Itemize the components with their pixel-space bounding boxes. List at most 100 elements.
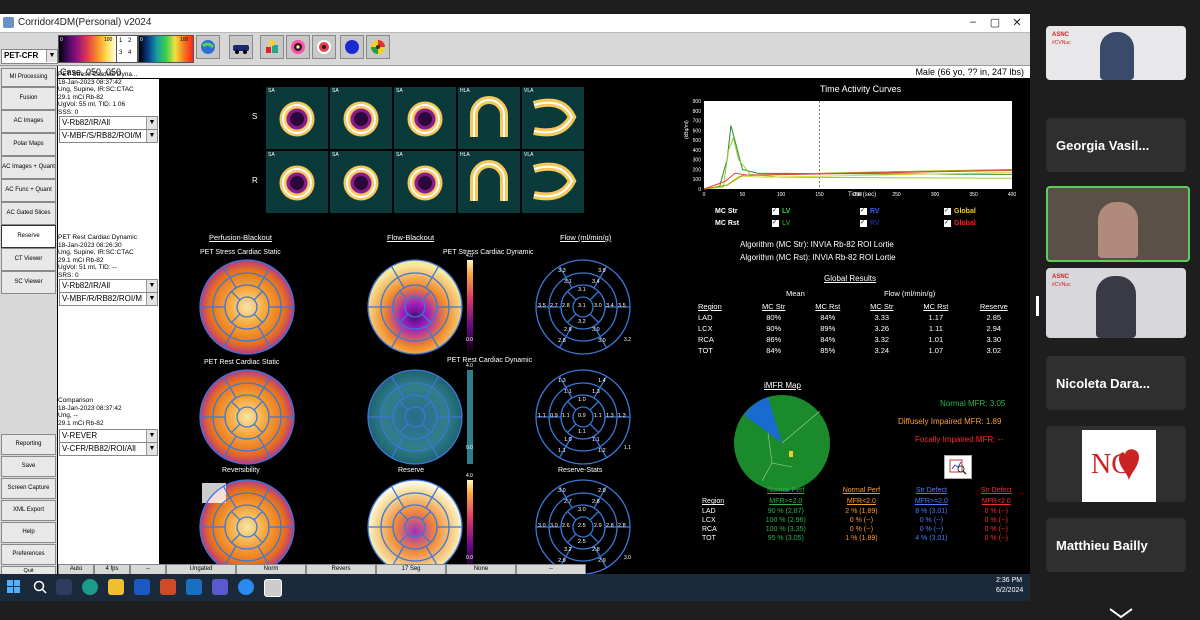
participant-name-tile[interactable]: Georgia Vasil... (1046, 118, 1186, 172)
table-cell: 0 % (--) (849, 517, 874, 524)
toggle-row-label: MC Str (715, 208, 738, 215)
multicolor-icon[interactable] (366, 35, 390, 59)
slice-image[interactable]: VLA (522, 151, 584, 213)
participant-video-active[interactable] (1046, 186, 1190, 262)
tac-xtick: 350 (969, 192, 978, 198)
rest-flow-select[interactable]: V-MBF/R/RB82/ROI/M ▼ (59, 292, 158, 306)
dataset-dose: 29.1 mCi Rb-82 (58, 256, 104, 264)
flow-value: 1.3 (618, 413, 626, 419)
stress-flow-select[interactable]: V-MBF/S/RB82/ROI/M ▼ (59, 129, 158, 143)
sidebar-item-ac-images-quant[interactable]: AC Images + Quant (1, 156, 56, 179)
sidebar-item-ac-images[interactable]: AC Images (1, 110, 56, 133)
polar-map-icon[interactable] (312, 35, 336, 59)
table-cell: 84% (820, 335, 836, 344)
slice-image[interactable]: SA (266, 151, 328, 213)
task-view-icon[interactable] (56, 579, 72, 595)
sidebar-item-ac-gated-slices[interactable]: AC Gated Slices (1, 202, 56, 225)
minimize-icon[interactable]: – (966, 16, 980, 28)
car-icon[interactable] (229, 35, 253, 59)
sidebar-item-xml-export[interactable]: XML Export (1, 500, 56, 521)
curve-checkbox[interactable]: ✓ (944, 208, 951, 215)
curve-checkbox[interactable]: ✓ (860, 208, 867, 215)
slice-image[interactable]: VLA (522, 87, 584, 149)
zoom-icon[interactable] (238, 579, 254, 595)
search-icon[interactable] (33, 580, 47, 594)
globe-icon[interactable] (196, 35, 220, 59)
comparison-series-select[interactable]: V-REVER ▼ (59, 429, 158, 443)
sidebar-item-mi-processing[interactable]: MI Processing (1, 68, 56, 87)
teams-icon[interactable] (212, 579, 228, 595)
curve-checkbox[interactable]: ✓ (944, 220, 951, 227)
sidebar-item-sc-viewer[interactable]: SC Viewer (1, 271, 56, 294)
windows-start-icon[interactable] (7, 580, 21, 594)
participant-name-tile[interactable]: Matthieu Bailly (1046, 518, 1186, 572)
slice-image[interactable]: SA (394, 151, 456, 213)
slice-image[interactable]: HLA (458, 87, 520, 149)
edge-icon[interactable] (82, 579, 98, 595)
blue-circle-icon[interactable] (340, 35, 364, 59)
status-cell[interactable]: Revers (306, 564, 376, 574)
participant-video-1[interactable]: ASNC #CVNuc (1046, 26, 1186, 80)
title-bar: Corridor4DM(Personal) v2024 – ▢ ✕ (0, 14, 1030, 33)
grid-layout-button[interactable]: 1 2 3 4 (116, 35, 138, 63)
status-cell[interactable]: 4 fps (94, 564, 130, 574)
participant-name-tile[interactable]: Nicoleta Dara... (1046, 356, 1186, 410)
mode-select[interactable]: PET-CFR ▼ (1, 49, 58, 64)
dataset-desc: Ung, Supine, IR:SC:CTAC (58, 86, 134, 93)
sidebar-item-ct-viewer[interactable]: CT Viewer (1, 248, 56, 271)
table-header-row: Normal Perf Normal Perf Str Defect Str Defe… (698, 485, 1028, 496)
corridor4dm-icon[interactable] (264, 579, 282, 597)
outlook-icon[interactable] (186, 579, 202, 595)
slice-label: SA (332, 88, 339, 94)
zoom-chart-button[interactable] (944, 455, 972, 479)
slice-image[interactable]: SA (266, 87, 328, 149)
status-cell[interactable]: Auto (58, 564, 94, 574)
sidebar-item-save[interactable]: Save (1, 456, 56, 477)
slice-image[interactable]: HLA (458, 151, 520, 213)
main-viewport: S R SA SA SA HLA VLA SA SA SA HLA VLA Perfusion-B… (160, 79, 1030, 574)
tools-icon[interactable] (260, 35, 284, 59)
target-icon[interactable] (286, 35, 310, 59)
sidebar-item-fusion[interactable]: Fusion (1, 87, 56, 110)
powerpoint-icon[interactable] (160, 579, 176, 595)
comparison-flow-select[interactable]: V-CFR/RB82/ROI/All ▼ (59, 442, 158, 456)
dataset-stress: PET Stress Cardiac Dyna... 18-Jan-2023 0… (58, 71, 158, 116)
sidebar-item-preferences[interactable]: Preferences (1, 544, 56, 565)
toggle-row-label: MC Rst (715, 220, 740, 227)
file-explorer-icon[interactable] (108, 579, 124, 595)
slice-uptake (279, 165, 315, 201)
stress-series-select[interactable]: V-Rb82/IR/All ▼ (59, 116, 158, 130)
status-cell[interactable]: Norm (236, 564, 306, 574)
curve-checkbox[interactable]: ✓ (772, 220, 779, 227)
chevron-down-icon[interactable] (1108, 607, 1134, 619)
rest-series-select[interactable]: V-Rb82/IR/All ▼ (59, 279, 158, 293)
participant-video-3[interactable]: ASNC #CVNuc (1046, 268, 1186, 338)
status-cell[interactable]: Ungated (166, 564, 236, 574)
slice-image[interactable]: SA (330, 87, 392, 149)
curve-checkbox[interactable]: ✓ (772, 208, 779, 215)
sidebar-item-reporting[interactable]: Reporting (1, 434, 56, 455)
status-cell[interactable]: 17 Seg (376, 564, 446, 574)
sidebar-item-ac-func-quant[interactable]: AC Func + Quant (1, 179, 56, 202)
status-cell[interactable]: -- (130, 564, 166, 574)
panel-resize-handle[interactable] (1036, 296, 1039, 316)
sidebar-item-quit[interactable]: Quit (1, 566, 56, 574)
sidebar-item-screen-capture[interactable]: Screen Capture (1, 478, 56, 499)
flow-value: 1.1 (538, 413, 546, 419)
participant-logo-tile[interactable]: NC (1046, 426, 1186, 502)
sidebar-item-polar-maps[interactable]: Polar Maps (1, 133, 56, 156)
flow-value: 2.7 (550, 303, 558, 309)
sidebar-item-help[interactable]: Help (1, 522, 56, 543)
sidebar-item-reserve[interactable]: Reserve (1, 225, 56, 248)
status-cell[interactable]: -- (516, 564, 586, 574)
close-icon[interactable]: ✕ (1010, 16, 1024, 29)
maximize-icon[interactable]: ▢ (988, 16, 1002, 29)
dataset-title: PET Stress Cardiac Dyna... (58, 71, 138, 78)
slice-image[interactable]: SA (330, 151, 392, 213)
curve-checkbox[interactable]: ✓ (860, 220, 867, 227)
flow-value: 1.4 (598, 378, 606, 385)
table-cell: 8 % (3.01) (915, 508, 948, 515)
slice-image[interactable]: SA (394, 87, 456, 149)
word-icon[interactable] (134, 579, 150, 595)
status-cell[interactable]: None (446, 564, 516, 574)
